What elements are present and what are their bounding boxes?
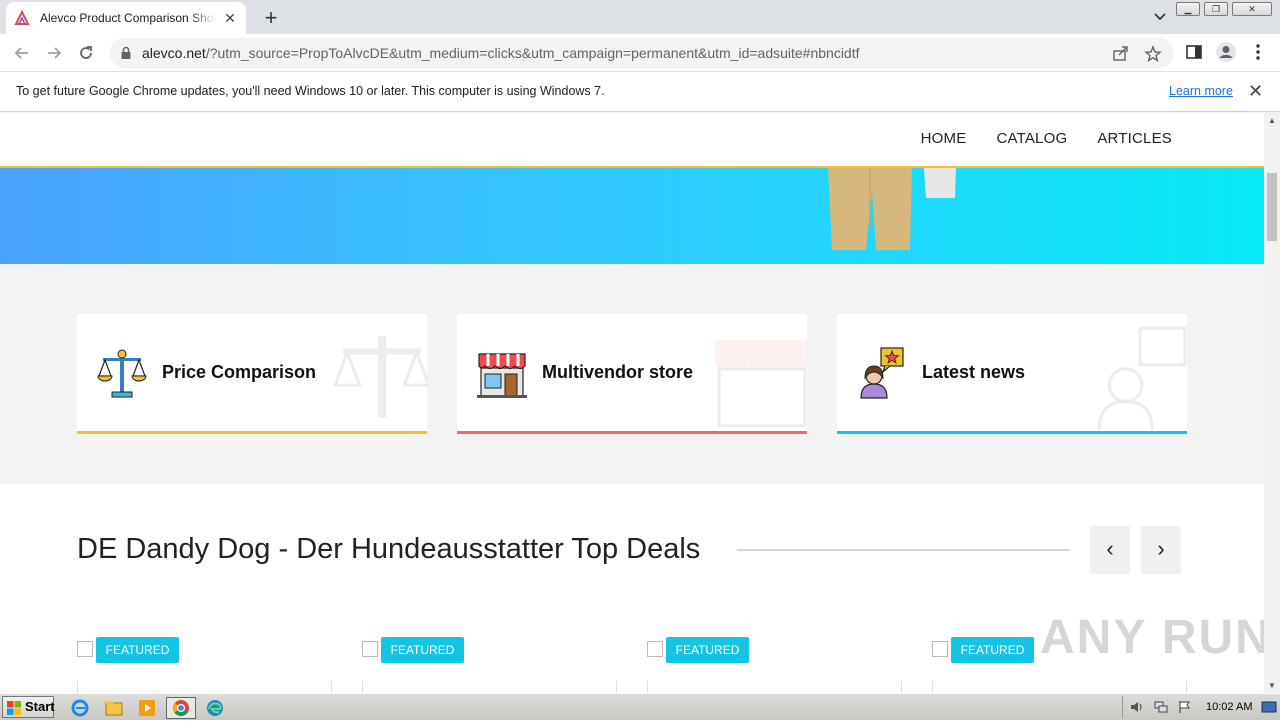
hero-banner bbox=[0, 168, 1264, 264]
url-text[interactable]: alevco.net/?utm_source=PropToAlvcDE&utm_… bbox=[142, 45, 860, 61]
media-player-icon[interactable] bbox=[135, 697, 159, 719]
infobar-close-icon[interactable]: ✕ bbox=[1248, 81, 1263, 102]
nav-articles[interactable]: ARTICLES bbox=[1097, 130, 1172, 147]
windows-flag-icon bbox=[7, 701, 21, 715]
infobar-message: To get future Google Chrome updates, you… bbox=[16, 84, 605, 98]
menu-kebab-icon[interactable] bbox=[1252, 43, 1264, 61]
scroll-down-icon[interactable]: ▼ bbox=[1268, 681, 1276, 690]
forward-icon[interactable] bbox=[44, 43, 64, 63]
product-divider bbox=[932, 681, 933, 693]
scroll-up-icon[interactable]: ▲ bbox=[1268, 116, 1276, 125]
browser-tab[interactable]: Alevco Product Comparison Shopping ✕ bbox=[6, 2, 246, 34]
carousel-next-button[interactable]: › bbox=[1141, 526, 1181, 574]
tab-search-chevron-icon[interactable] bbox=[1152, 8, 1168, 24]
taskbar-clock: 10:02 AM bbox=[1206, 701, 1253, 713]
nav-catalog[interactable]: CATALOG bbox=[996, 130, 1067, 147]
edge-icon[interactable] bbox=[203, 697, 227, 719]
deals-section-title: DE Dandy Dog - Der Hundeausstatter Top D… bbox=[77, 533, 701, 565]
chrome-icon bbox=[173, 700, 189, 716]
action-center-flag-icon[interactable] bbox=[1177, 700, 1193, 714]
product-divider bbox=[362, 681, 363, 693]
product-divider bbox=[647, 681, 648, 693]
feature-card-price-comparison[interactable]: Price Comparison bbox=[77, 314, 427, 434]
featured-badge: FEATURED bbox=[96, 637, 179, 663]
featured-badge: FEATURED bbox=[381, 637, 464, 663]
compare-checkbox[interactable] bbox=[362, 641, 378, 657]
system-tray bbox=[1122, 696, 1280, 718]
scroll-thumb[interactable] bbox=[1267, 173, 1277, 241]
address-bar[interactable]: alevco.net/?utm_source=PropToAlvcDE&utm_… bbox=[110, 38, 1174, 68]
clothing-image bbox=[828, 168, 956, 250]
storefront-icon bbox=[477, 353, 527, 398]
close-window-icon[interactable]: ✕ bbox=[1232, 2, 1272, 16]
features-section: Price Comparison Multivendor store Lates… bbox=[0, 264, 1264, 484]
news-watermark-icon bbox=[1097, 326, 1187, 430]
compare-checkbox[interactable] bbox=[647, 641, 663, 657]
start-button[interactable]: Start bbox=[2, 696, 55, 718]
product-divider bbox=[331, 681, 332, 693]
feature-title: Multivendor store bbox=[542, 362, 694, 382]
featured-badge: FEATURED bbox=[951, 637, 1034, 663]
storefront-watermark-icon bbox=[715, 340, 807, 428]
lock-icon[interactable] bbox=[120, 46, 132, 60]
product-divider bbox=[616, 681, 617, 693]
carousel-prev-button[interactable]: ‹ bbox=[1090, 526, 1130, 574]
site-header: HOME CATALOG ARTICLES bbox=[0, 113, 1264, 168]
compare-checkbox[interactable] bbox=[932, 641, 948, 657]
internet-explorer-icon[interactable] bbox=[68, 697, 92, 719]
main-nav: HOME CATALOG ARTICLES bbox=[921, 130, 1172, 147]
share-icon[interactable] bbox=[1112, 45, 1130, 61]
profile-avatar-icon[interactable] bbox=[1215, 41, 1237, 63]
url-host: alevco.net bbox=[142, 45, 206, 61]
tab-strip: Alevco Product Comparison Shopping ✕ + ▁… bbox=[0, 0, 1280, 34]
restore-icon[interactable]: ❐ bbox=[1204, 2, 1228, 16]
section-divider bbox=[737, 549, 1070, 551]
featured-badge: FEATURED bbox=[666, 637, 749, 663]
compare-checkbox[interactable] bbox=[77, 641, 93, 657]
minimize-icon[interactable]: ▁ bbox=[1176, 2, 1200, 16]
windows-taskbar: Start 10:02 AM bbox=[0, 693, 1280, 720]
alevco-favicon-icon bbox=[14, 10, 30, 25]
browser-toolbar: alevco.net/?utm_source=PropToAlvcDE&utm_… bbox=[0, 34, 1280, 72]
file-explorer-icon[interactable] bbox=[102, 697, 126, 719]
window-controls: ▁ ❐ ✕ bbox=[1176, 2, 1272, 16]
learn-more-link[interactable]: Learn more bbox=[1169, 84, 1233, 98]
reload-icon[interactable] bbox=[76, 43, 96, 63]
feature-card-multivendor-store[interactable]: Multivendor store bbox=[457, 314, 807, 434]
product-divider bbox=[77, 681, 78, 693]
card-accent-bar bbox=[457, 431, 807, 434]
back-icon[interactable] bbox=[12, 43, 32, 63]
side-panel-icon[interactable] bbox=[1185, 43, 1203, 61]
network-icon[interactable] bbox=[1153, 700, 1169, 714]
anyrun-watermark: ANY RUN bbox=[1040, 611, 1272, 664]
tab-title: Alevco Product Comparison Shopping bbox=[40, 11, 216, 25]
url-path: /?utm_source=PropToAlvcDE&utm_medium=cli… bbox=[205, 45, 860, 61]
nav-home[interactable]: HOME bbox=[921, 130, 967, 147]
feature-card-latest-news[interactable]: Latest news bbox=[837, 314, 1187, 434]
page-viewport: HOME CATALOG ARTICLES Price Comparison M… bbox=[0, 113, 1264, 693]
feature-title: Price Comparison bbox=[162, 362, 317, 382]
new-tab-button[interactable]: + bbox=[260, 5, 282, 31]
scales-watermark-icon bbox=[332, 336, 427, 418]
product-divider bbox=[901, 681, 902, 693]
start-label: Start bbox=[25, 699, 55, 714]
tab-close-icon[interactable]: ✕ bbox=[222, 10, 238, 27]
update-infobar: To get future Google Chrome updates, you… bbox=[0, 72, 1280, 112]
news-person-icon bbox=[860, 347, 904, 399]
card-accent-bar bbox=[77, 431, 427, 434]
page-scrollbar[interactable]: ▲ ▼ bbox=[1264, 113, 1280, 693]
card-accent-bar bbox=[837, 431, 1187, 434]
chrome-taskbar-button[interactable] bbox=[166, 697, 196, 719]
feature-title: Latest news bbox=[922, 362, 1026, 382]
bookmark-star-icon[interactable] bbox=[1144, 45, 1162, 63]
product-divider bbox=[1186, 681, 1187, 693]
show-desktop-icon[interactable] bbox=[1261, 700, 1277, 714]
scales-icon bbox=[97, 349, 147, 398]
volume-icon[interactable] bbox=[1129, 700, 1145, 714]
